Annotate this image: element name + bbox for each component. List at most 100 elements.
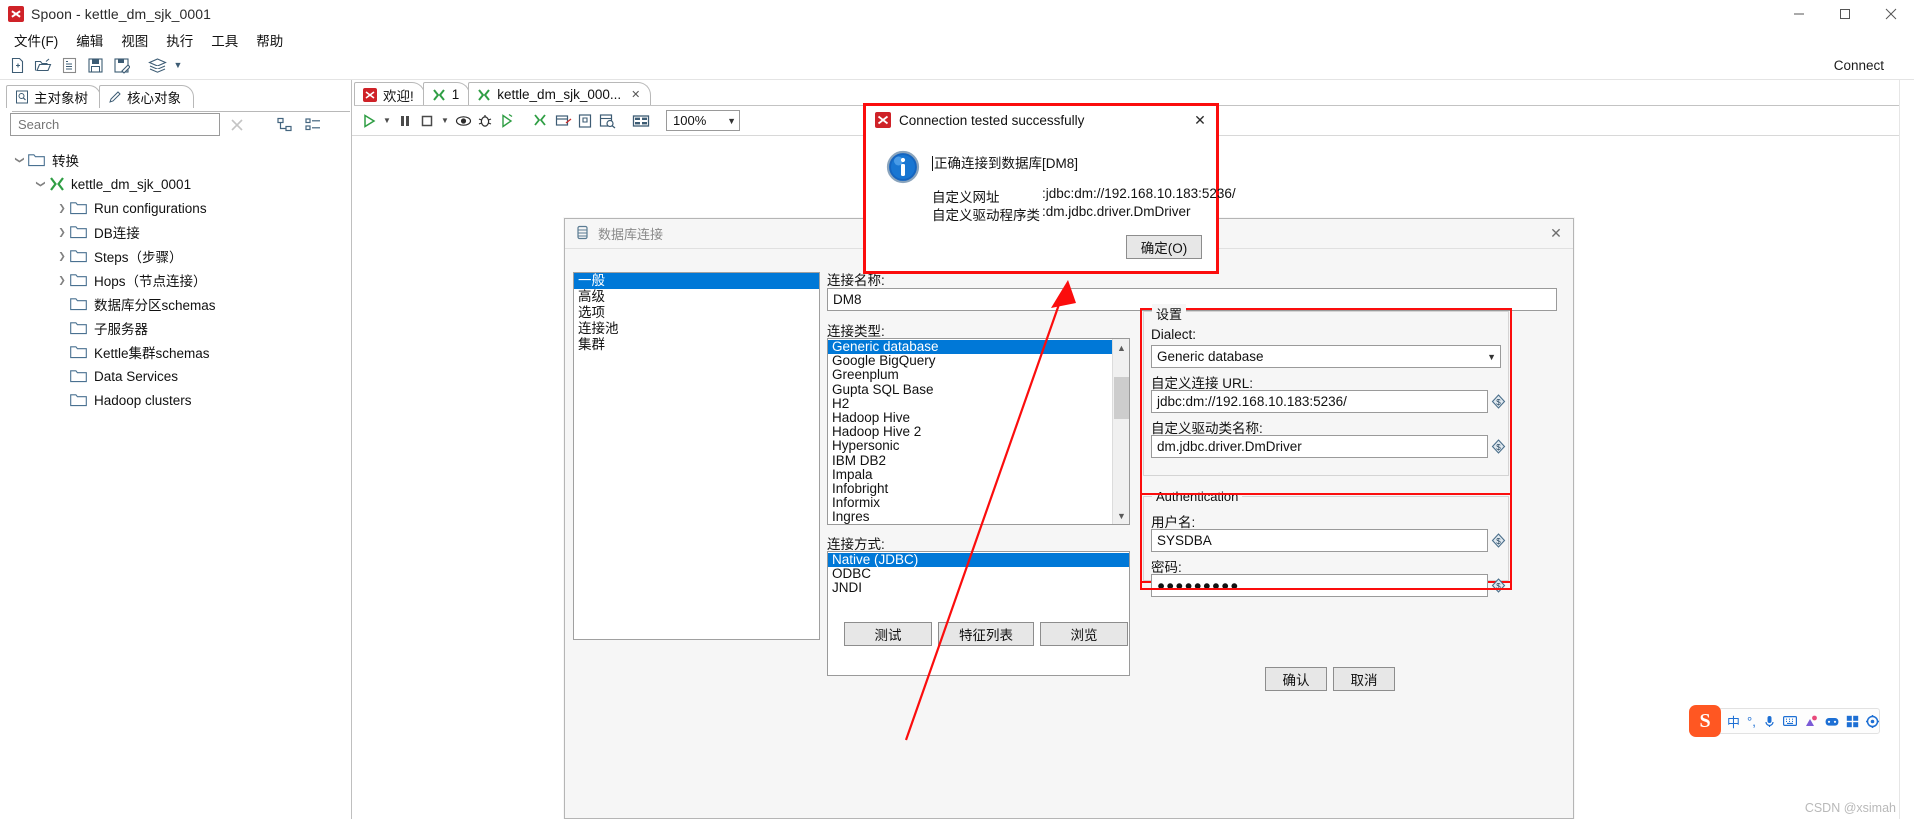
chevron-down-icon[interactable]: ▼ (727, 116, 736, 126)
explore-button[interactable]: 浏览 (1040, 622, 1128, 646)
menu-edit[interactable]: 编辑 (67, 28, 112, 52)
access-method-option[interactable]: Native (JDBC) (828, 552, 1129, 568)
tree-item[interactable]: ❯ kettle_dm_sjk_0001 (0, 172, 351, 196)
tree-item[interactable]: ❯ Hops（节点连接） (0, 268, 351, 292)
close-icon[interactable]: ✕ (1188, 112, 1212, 129)
chevron-down-icon[interactable]: ❯ (33, 176, 49, 192)
clear-x-icon[interactable] (226, 114, 248, 136)
dialog-nav-list[interactable]: 一般 高级 选项 连接池 集群 (573, 272, 820, 640)
nav-item-general[interactable]: 一般 (574, 273, 819, 289)
run-options-caret-icon[interactable]: ▼ (380, 109, 394, 133)
preview-icon[interactable] (452, 109, 474, 133)
test-button[interactable]: 测试 (844, 622, 932, 646)
tab-welcome[interactable]: 欢迎! (354, 82, 425, 106)
access-method-option[interactable]: JNDI (828, 581, 1129, 595)
maximize-icon[interactable] (1822, 0, 1868, 29)
apps-icon[interactable] (1846, 715, 1859, 728)
inspect-data-icon[interactable] (596, 109, 618, 133)
tree-item[interactable]: 子服务器 (0, 316, 351, 340)
expression-icon[interactable] (1804, 715, 1818, 728)
scrollbar-thumb[interactable] (1114, 377, 1129, 419)
dialect-select[interactable]: Generic database ▼ (1151, 345, 1501, 368)
variable-icon[interactable]: $ (1491, 394, 1506, 409)
connection-type-option[interactable]: Informix (828, 495, 1129, 510)
chevron-right-icon[interactable]: ❯ (54, 272, 70, 288)
analyze-icon[interactable] (552, 109, 574, 133)
tab-transformation-1[interactable]: 1 (422, 82, 471, 106)
nav-item-advanced[interactable]: 高级 (574, 289, 819, 305)
access-method-list[interactable]: Native (JDBC) ODBC JNDI (827, 551, 1130, 676)
connection-type-option[interactable]: Impala (828, 467, 1129, 482)
tree-item[interactable]: ❯ Steps（步骤） (0, 244, 351, 268)
keyboard-icon[interactable] (1782, 715, 1797, 727)
close-tab-icon[interactable]: ✕ (631, 88, 640, 101)
expand-all-icon[interactable] (302, 114, 324, 136)
tree-item[interactable]: ❯ 转换 (0, 148, 351, 172)
microphone-icon[interactable] (1763, 715, 1776, 728)
connection-type-option[interactable]: Generic database (828, 339, 1112, 355)
tree-item[interactable]: ❯ Run configurations (0, 196, 351, 220)
connection-type-option[interactable]: Hypersonic (828, 439, 1129, 453)
chevron-right-icon[interactable]: ❯ (54, 200, 70, 216)
canvas-vertical-scrollbar[interactable] (1899, 80, 1914, 819)
search-field[interactable] (16, 116, 214, 133)
run-icon[interactable] (358, 109, 380, 133)
ime-punctuation-toggle[interactable]: °, (1747, 714, 1756, 729)
verify-icon[interactable] (530, 109, 552, 133)
connection-type-option[interactable]: Hadoop Hive 2 (828, 424, 1129, 439)
connection-type-list[interactable]: Generic database Google BigQuery Greenplum… (827, 338, 1130, 525)
pause-icon[interactable] (394, 109, 416, 133)
stop-icon[interactable] (416, 109, 438, 133)
zoom-select[interactable]: 100% ▼ (666, 110, 740, 131)
custom-url-input[interactable]: jdbc:dm://192.168.10.183:5236/ (1151, 390, 1488, 413)
tree-item[interactable]: Data Services (0, 364, 351, 388)
tab-core-objects[interactable]: 核心对象 (99, 85, 194, 108)
explore-icon[interactable] (56, 53, 82, 77)
collapse-all-icon[interactable] (274, 114, 296, 136)
search-input[interactable] (10, 113, 220, 136)
game-icon[interactable] (1825, 716, 1839, 727)
feature-list-button[interactable]: 特征列表 (938, 622, 1034, 646)
replay-icon[interactable] (496, 109, 518, 133)
connection-type-option[interactable]: H2 (828, 396, 1129, 411)
close-icon[interactable] (1868, 0, 1914, 29)
confirm-button[interactable]: 确定(O) (1126, 235, 1202, 259)
save-icon[interactable] (82, 53, 108, 77)
new-file-icon[interactable] (4, 53, 30, 77)
save-as-icon[interactable] (108, 53, 134, 77)
settings-icon[interactable] (1865, 714, 1879, 728)
menu-view[interactable]: 视图 (112, 28, 157, 52)
close-icon[interactable]: ✕ (1545, 225, 1567, 242)
connection-type-option[interactable]: IBM DB2 (828, 453, 1129, 468)
tab-kettle-dm-sjk[interactable]: kettle_dm_sjk_000... ✕ (468, 82, 652, 106)
layers-icon[interactable] (144, 53, 170, 77)
nav-item-options[interactable]: 选项 (574, 305, 819, 321)
tree-item[interactable]: 数据库分区schemas (0, 292, 351, 316)
schedule-icon[interactable] (574, 109, 596, 133)
connection-type-scrollbar[interactable]: ▲ ▼ (1112, 339, 1129, 524)
custom-driver-input[interactable]: dm.jdbc.driver.DmDriver (1151, 435, 1488, 458)
connection-type-option[interactable]: Infobright (828, 481, 1129, 496)
connect-button[interactable]: Connect (1834, 58, 1884, 73)
connection-type-option[interactable]: Gupta SQL Base (828, 382, 1129, 397)
connection-type-option[interactable]: Google BigQuery (828, 353, 1129, 368)
ok-button[interactable]: 确认 (1265, 667, 1327, 691)
access-method-option[interactable]: ODBC (828, 566, 1129, 581)
cancel-button[interactable]: 取消 (1333, 667, 1395, 691)
variable-icon[interactable]: $ (1491, 439, 1506, 454)
ime-mode-chinese[interactable]: 中 (1727, 712, 1740, 731)
menu-run[interactable]: 执行 (157, 28, 202, 52)
nav-item-pooling[interactable]: 连接池 (574, 321, 819, 337)
chevron-right-icon[interactable]: ❯ (54, 224, 70, 240)
chevron-down-icon[interactable]: ❯ (12, 152, 28, 168)
minimize-icon[interactable] (1776, 0, 1822, 29)
tree-item[interactable]: ❯ DB连接 (0, 220, 351, 244)
sogou-logo-icon[interactable]: S (1689, 705, 1721, 737)
connection-type-option[interactable]: Greenplum (828, 368, 1129, 382)
grid-icon[interactable] (630, 109, 652, 133)
menu-file[interactable]: 文件(F) (5, 28, 68, 53)
chevron-down-icon[interactable]: ▼ (1113, 507, 1129, 524)
chevron-down-icon[interactable]: ▼ (170, 53, 186, 77)
nav-item-clustering[interactable]: 集群 (574, 337, 819, 353)
menu-help[interactable]: 帮助 (247, 28, 292, 52)
